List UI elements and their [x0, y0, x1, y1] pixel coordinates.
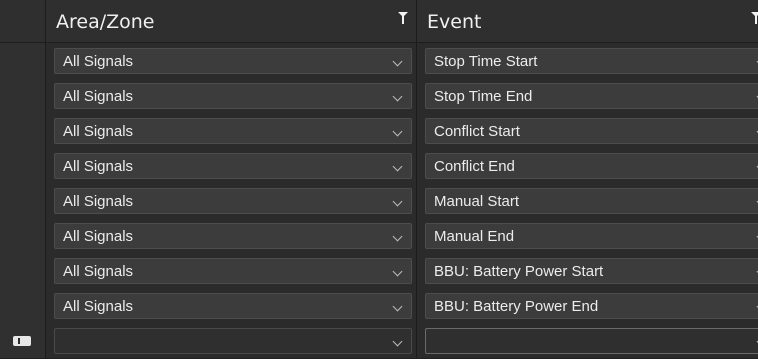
area-zone-dropdown[interactable]: All Signals: [54, 258, 412, 284]
area-zone-value: All Signals: [63, 298, 134, 315]
table-row: All Signals Conflict Start: [0, 113, 758, 149]
row-selector[interactable]: [0, 148, 46, 183]
grid-header: Area/Zone Event: [0, 0, 758, 43]
area-zone-value: All Signals: [63, 88, 134, 105]
event-value: BBU: Battery Power End: [434, 298, 599, 315]
chevron-down-icon[interactable]: [392, 161, 403, 172]
table-row: All Signals BBU: Battery Power End: [0, 288, 758, 324]
table-row: All Signals Manual Start: [0, 183, 758, 219]
cell-event: Stop Time End: [417, 78, 758, 113]
event-value: Stop Time Start: [434, 53, 538, 70]
event-dropdown[interactable]: Stop Time End: [425, 83, 758, 109]
table-row: All Signals Manual End: [0, 218, 758, 254]
event-dropdown[interactable]: BBU: Battery Power Start: [425, 258, 758, 284]
event-value: Stop Time End: [434, 88, 533, 105]
new-row: [0, 323, 758, 359]
area-zone-dropdown[interactable]: All Signals: [54, 118, 412, 144]
area-zone-value: All Signals: [63, 263, 134, 280]
area-zone-dropdown[interactable]: [54, 328, 412, 354]
header-corner: [0, 0, 46, 42]
signal-event-grid: Area/Zone Event All Signals Stop Time Sta…: [0, 0, 758, 359]
area-zone-value: All Signals: [63, 53, 134, 70]
event-dropdown[interactable]: Manual Start: [425, 188, 758, 214]
row-selector[interactable]: [0, 43, 46, 78]
cell-area-zone: All Signals: [46, 43, 417, 78]
chevron-down-icon[interactable]: [392, 56, 403, 67]
event-dropdown[interactable]: Conflict Start: [425, 118, 758, 144]
area-zone-dropdown[interactable]: All Signals: [54, 223, 412, 249]
event-value: Manual End: [434, 228, 515, 245]
area-zone-dropdown[interactable]: All Signals: [54, 83, 412, 109]
cell-area-zone: All Signals: [46, 113, 417, 148]
event-dropdown[interactable]: Stop Time Start: [425, 48, 758, 74]
row-selector[interactable]: [0, 78, 46, 113]
cell-event: Conflict End: [417, 148, 758, 183]
cell-event: Conflict Start: [417, 113, 758, 148]
row-selector[interactable]: [0, 253, 46, 288]
chevron-down-icon[interactable]: [392, 91, 403, 102]
row-selector[interactable]: [0, 113, 46, 148]
event-value: Conflict End: [434, 158, 515, 175]
event-value: Conflict Start: [434, 123, 520, 140]
row-selector[interactable]: [0, 218, 46, 253]
chevron-down-icon[interactable]: [392, 196, 403, 207]
cell-area-zone: All Signals: [46, 148, 417, 183]
row-selector[interactable]: [0, 288, 46, 323]
cell-area-zone: All Signals: [46, 253, 417, 288]
area-zone-dropdown[interactable]: All Signals: [54, 293, 412, 319]
cell-event: Manual End: [417, 218, 758, 253]
new-row-icon: [13, 336, 31, 346]
event-dropdown[interactable]: BBU: Battery Power End: [425, 293, 758, 319]
cell-area-zone: All Signals: [46, 218, 417, 253]
cell-area-zone: All Signals: [46, 78, 417, 113]
cell-area-zone: [46, 323, 417, 358]
area-zone-dropdown[interactable]: All Signals: [54, 153, 412, 179]
event-dropdown[interactable]: [425, 328, 758, 354]
cell-event: Manual Start: [417, 183, 758, 218]
cell-event: Stop Time Start: [417, 43, 758, 78]
table-row: All Signals Stop Time End: [0, 78, 758, 114]
table-row: All Signals Conflict End: [0, 148, 758, 184]
chevron-down-icon[interactable]: [392, 126, 403, 137]
cell-area-zone: All Signals: [46, 288, 417, 323]
chevron-down-icon[interactable]: [392, 301, 403, 312]
table-row: All Signals Stop Time Start: [0, 43, 758, 79]
column-title-event: Event: [427, 11, 482, 33]
column-title-area-zone: Area/Zone: [56, 11, 155, 33]
cell-event: BBU: Battery Power Start: [417, 253, 758, 288]
chevron-down-icon[interactable]: [392, 231, 403, 242]
column-header-area-zone[interactable]: Area/Zone: [46, 0, 417, 42]
area-zone-value: All Signals: [63, 123, 134, 140]
event-dropdown[interactable]: Conflict End: [425, 153, 758, 179]
event-dropdown[interactable]: Manual End: [425, 223, 758, 249]
area-zone-dropdown[interactable]: All Signals: [54, 48, 412, 74]
area-zone-value: All Signals: [63, 193, 134, 210]
event-value: Manual Start: [434, 193, 520, 210]
cell-event: [417, 323, 758, 358]
area-zone-value: All Signals: [63, 228, 134, 245]
area-zone-value: All Signals: [63, 158, 134, 175]
chevron-down-icon[interactable]: [392, 266, 403, 277]
area-zone-dropdown[interactable]: All Signals: [54, 188, 412, 214]
table-row: All Signals BBU: Battery Power Start: [0, 253, 758, 289]
cell-area-zone: All Signals: [46, 183, 417, 218]
row-selector[interactable]: [0, 183, 46, 218]
cell-event: BBU: Battery Power End: [417, 288, 758, 323]
row-selector[interactable]: [0, 323, 46, 358]
column-header-event[interactable]: Event: [417, 0, 758, 42]
event-value: BBU: Battery Power Start: [434, 263, 604, 280]
chevron-down-icon[interactable]: [392, 336, 403, 347]
